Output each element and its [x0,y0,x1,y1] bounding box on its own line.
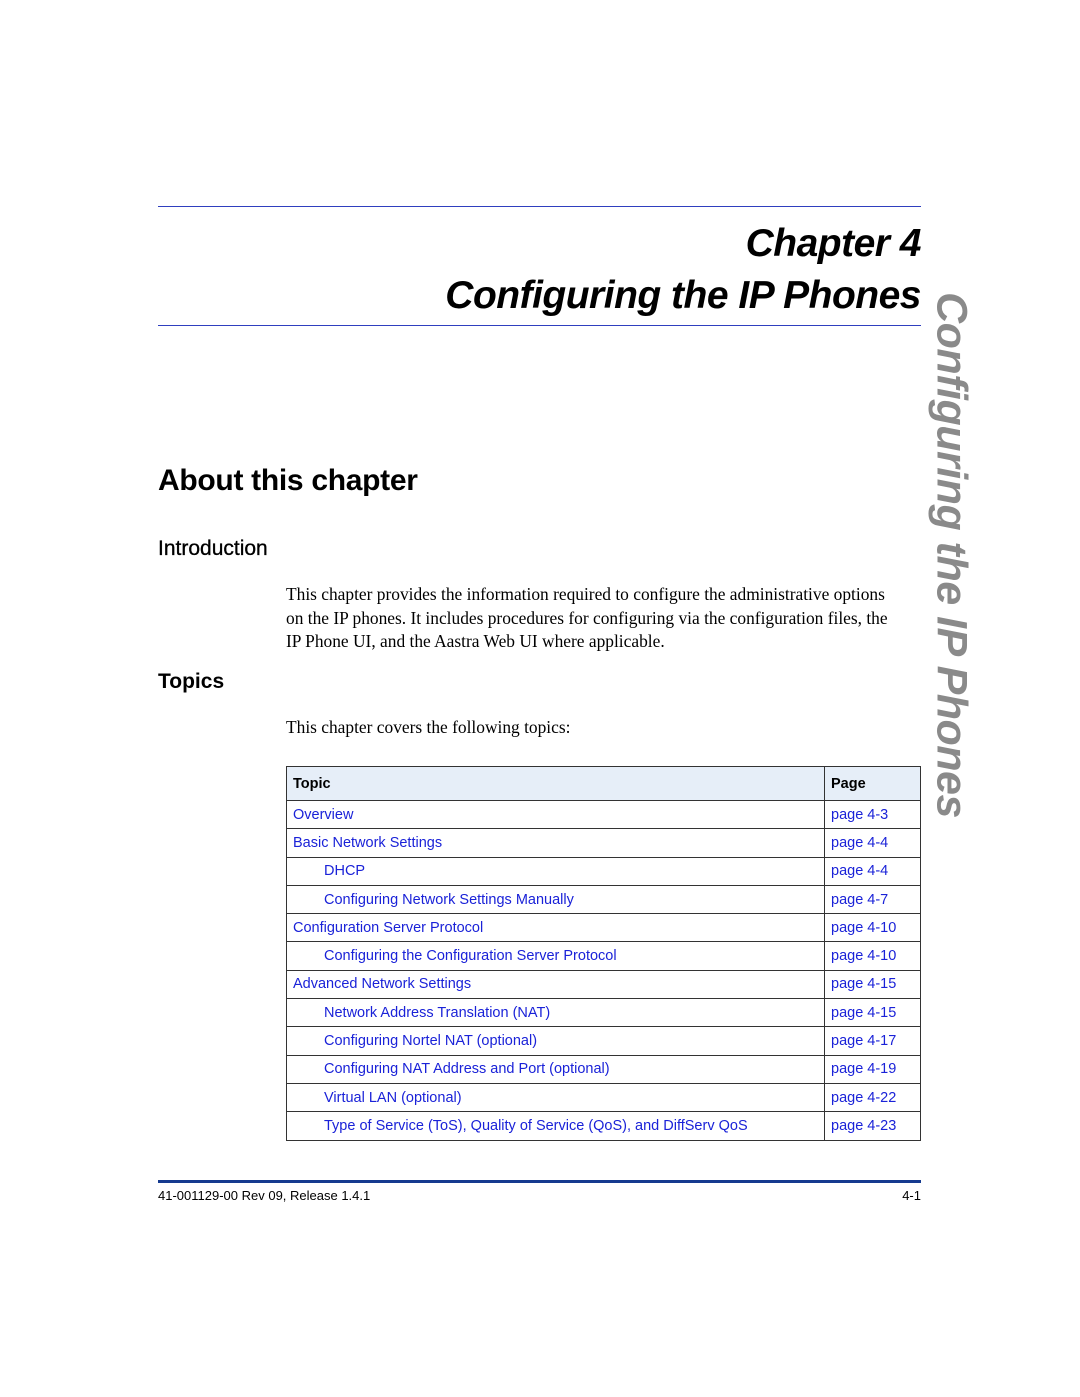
topic-link[interactable]: Advanced Network Settings [286,969,825,1000]
chapter-name: Configuring the IP Phones [445,274,921,317]
column-header-page: Page [824,766,921,801]
chapter-label: Chapter 4 [745,222,922,265]
topics-table-body: Overview page 4-3 Basic Network Settings pa… [286,799,921,1141]
page-link[interactable]: page 4-4 [824,828,921,858]
topic-link[interactable]: Configuring the Configuration Server Pro… [286,941,825,971]
topic-link[interactable]: Configuring NAT Address and Port (option… [286,1054,825,1084]
table-row: Configuring Network Settings Manually pag… [286,884,921,915]
topics-table: Topic Page Overview page 4-3 Basic Network… [286,766,921,1141]
table-row: Basic Network Settings page 4-4 [286,828,921,858]
topic-link[interactable]: Network Address Translation (NAT) [286,998,825,1028]
side-tab: Configuring the IP Phones [925,290,977,820]
footer-doc-id: 41-001129-00 Rev 09, Release 1.4.1 [158,1188,371,1203]
table-row: Virtual LAN (optional) page 4-22 [286,1082,921,1113]
topic-link[interactable]: Virtual LAN (optional) [286,1082,825,1113]
table-row: Configuring NAT Address and Port (option… [286,1054,921,1084]
table-row: DHCP page 4-4 [286,856,921,886]
topic-link[interactable]: Configuring Network Settings Manually [286,884,825,915]
table-row: Configuration Server Protocol page 4-10 [286,913,921,943]
topic-link[interactable]: Overview [286,799,825,830]
introduction-heading: Introduction [158,537,268,560]
table-row: Configuring the Configuration Server Pro… [286,941,921,971]
page-link[interactable]: page 4-7 [824,884,921,915]
topics-lead-text: This chapter covers the following topics… [286,717,571,737]
introduction-paragraph: This chapter provides the information re… [286,584,888,651]
footer-rule [158,1180,921,1183]
side-tab-label: Configuring the IP Phones [927,292,976,818]
page-link[interactable]: page 4-4 [824,856,921,886]
topic-link[interactable]: Configuring Nortel NAT (optional) [286,1026,825,1056]
topics-heading: Topics [158,670,225,693]
topic-link[interactable]: Type of Service (ToS), Quality of Servic… [286,1111,825,1141]
page-link[interactable]: page 4-19 [824,1054,921,1084]
page-link[interactable]: page 4-23 [824,1111,921,1141]
table-row: Overview page 4-3 [286,799,921,830]
page-link[interactable]: page 4-15 [824,998,921,1028]
page-link[interactable]: page 4-22 [824,1082,921,1113]
top-rule [158,206,921,207]
table-row: Configuring Nortel NAT (optional) page 4-… [286,1026,921,1056]
topic-link[interactable]: Basic Network Settings [286,828,825,858]
chapter-title: Chapter 4 Configuring the IP Phones [445,218,921,322]
page-link[interactable]: page 4-15 [824,969,921,1000]
topic-link[interactable]: Configuration Server Protocol [286,913,825,943]
column-header-topic: Topic [286,766,825,801]
page-link[interactable]: page 4-17 [824,1026,921,1056]
table-row: Advanced Network Settings page 4-15 [286,969,921,1000]
about-heading: About this chapter [158,464,418,497]
page-link[interactable]: page 4-10 [824,941,921,971]
topic-link[interactable]: DHCP [286,856,825,886]
page-link[interactable]: page 4-3 [824,799,921,830]
table-header-row: Topic Page [286,766,921,801]
table-row: Type of Service (ToS), Quality of Servic… [286,1111,921,1141]
title-rule [158,325,921,326]
page-link[interactable]: page 4-10 [824,913,921,943]
table-row: Network Address Translation (NAT) page 4-… [286,998,921,1028]
footer-page-number: 4-1 [902,1188,921,1203]
